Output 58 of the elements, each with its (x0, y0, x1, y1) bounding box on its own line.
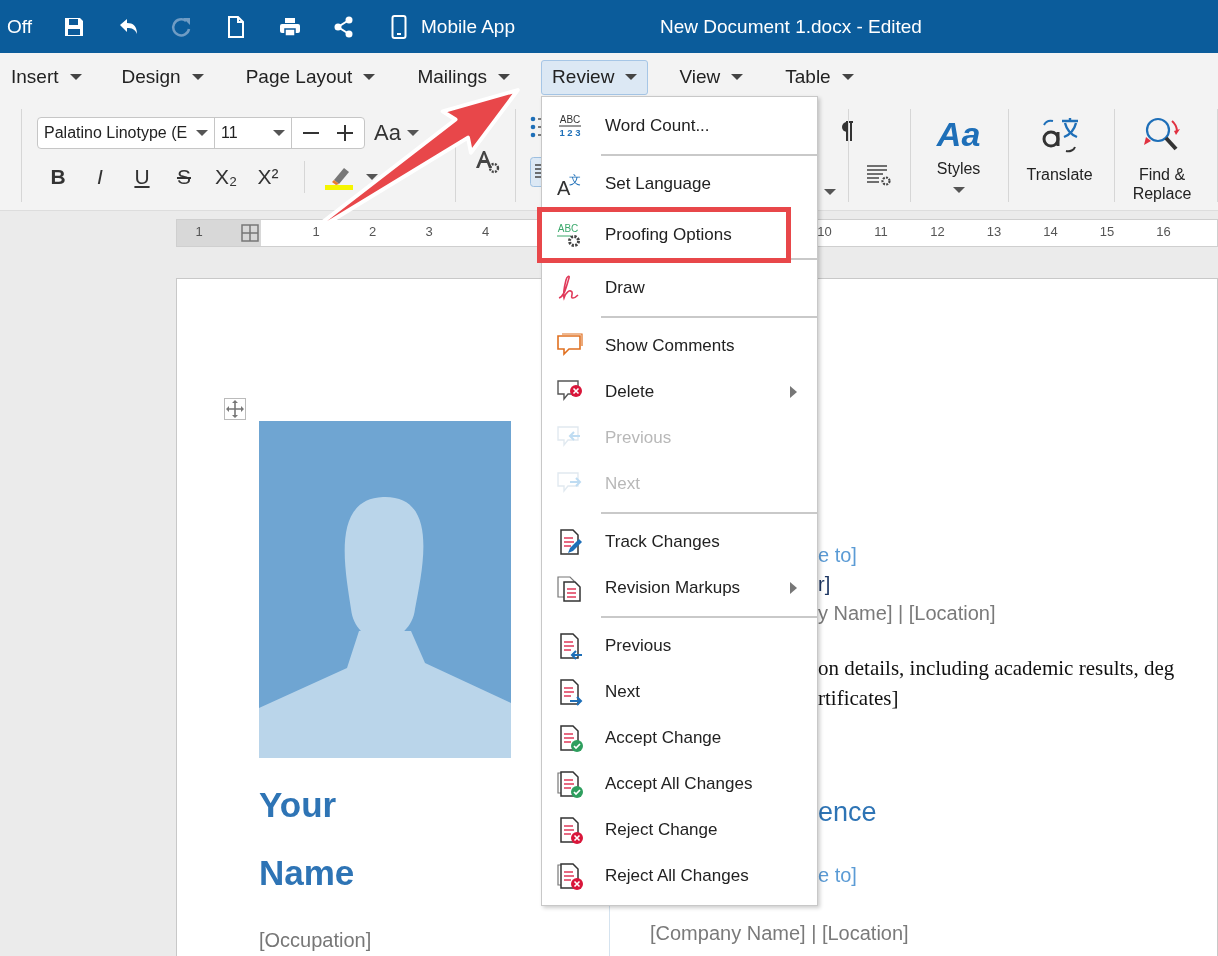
ruler-number: 11 (874, 224, 888, 239)
occupation-text: [Occupation] (259, 928, 373, 953)
change-case-button[interactable]: Aa (374, 120, 401, 146)
styles-icon: Aa (936, 115, 981, 153)
document-text: ence (818, 796, 877, 829)
menu-item[interactable]: Reject All Changes (542, 853, 817, 899)
mobile-app-button[interactable]: Mobile App (421, 15, 515, 38)
menu-item[interactable]: ABC 1 2 3 Word Count... (542, 103, 817, 149)
format-button[interactable]: I (85, 165, 115, 189)
ruler-number: 14 (1043, 224, 1058, 239)
document-text: r] (818, 572, 831, 597)
menu-item[interactable]: Next (542, 669, 817, 715)
ruler-number: 10 (817, 224, 832, 239)
menu-item[interactable]: Reject Change (542, 807, 817, 853)
menu-tab[interactable]: Design (110, 59, 215, 95)
document-text: on details, including academic results, deg (818, 655, 1175, 682)
format-button[interactable]: U (127, 165, 157, 189)
menu-tab[interactable]: View (668, 59, 755, 95)
ruler-number: 15 (1099, 224, 1115, 239)
font-size-dropdown[interactable]: 11 (215, 118, 292, 148)
format-button[interactable]: S (169, 165, 199, 189)
menu-tab[interactable]: Insert (0, 59, 93, 95)
ruler-number: 3 (425, 224, 433, 239)
autosave-status: Off (7, 15, 32, 38)
document-text: y Name] | [Location] (818, 601, 996, 626)
ruler-number: 1 (195, 224, 203, 239)
find-replace-button[interactable]: Find & Replace (1127, 101, 1197, 210)
menu-item[interactable]: Track Changes (542, 519, 817, 565)
menu-tab[interactable]: Page Layout (234, 59, 387, 95)
translate-button[interactable]: Translate (1025, 101, 1094, 210)
menu-item[interactable]: Previous (542, 623, 817, 669)
ruler-number: 16 (1156, 224, 1171, 239)
menu-item[interactable]: ABC Proofing Options (542, 212, 786, 258)
ruler-number: 13 (986, 224, 1002, 239)
menu-tab[interactable]: Review (541, 59, 649, 95)
ruler-number: 4 (481, 224, 490, 239)
menu-tab[interactable]: Table (774, 59, 865, 95)
ruler-number: 1 (312, 224, 320, 239)
name-heading: Your (259, 784, 338, 826)
window-title: New Document 1.docx - Edited (660, 15, 922, 38)
menu-item[interactable]: Show Comments (542, 323, 817, 369)
document-text: rtificates] (818, 685, 899, 712)
ruler-number: 2 (368, 224, 377, 239)
styles-button[interactable]: Aa Styles (926, 101, 991, 210)
menu-item[interactable]: Delete (542, 369, 817, 415)
format-button[interactable]: B (43, 165, 73, 189)
menu-item[interactable]: Draw (542, 265, 817, 311)
menu-item[interactable]: Revision Markups (542, 565, 817, 611)
document-text: e to] (818, 543, 857, 568)
font-dropdown[interactable]: Palatino Linotype (E (38, 118, 215, 148)
ruler-number: 12 (930, 224, 945, 239)
format-button[interactable]: X² (253, 165, 283, 189)
menu-item[interactable]: Accept Change (542, 715, 817, 761)
name-heading: Name (259, 852, 356, 894)
format-button[interactable]: X₂ (211, 165, 241, 189)
document-text: e to] (818, 863, 857, 888)
document-text: [Company Name] | [Location] (650, 921, 909, 946)
menu-item[interactable]: Accept All Changes (542, 761, 817, 807)
